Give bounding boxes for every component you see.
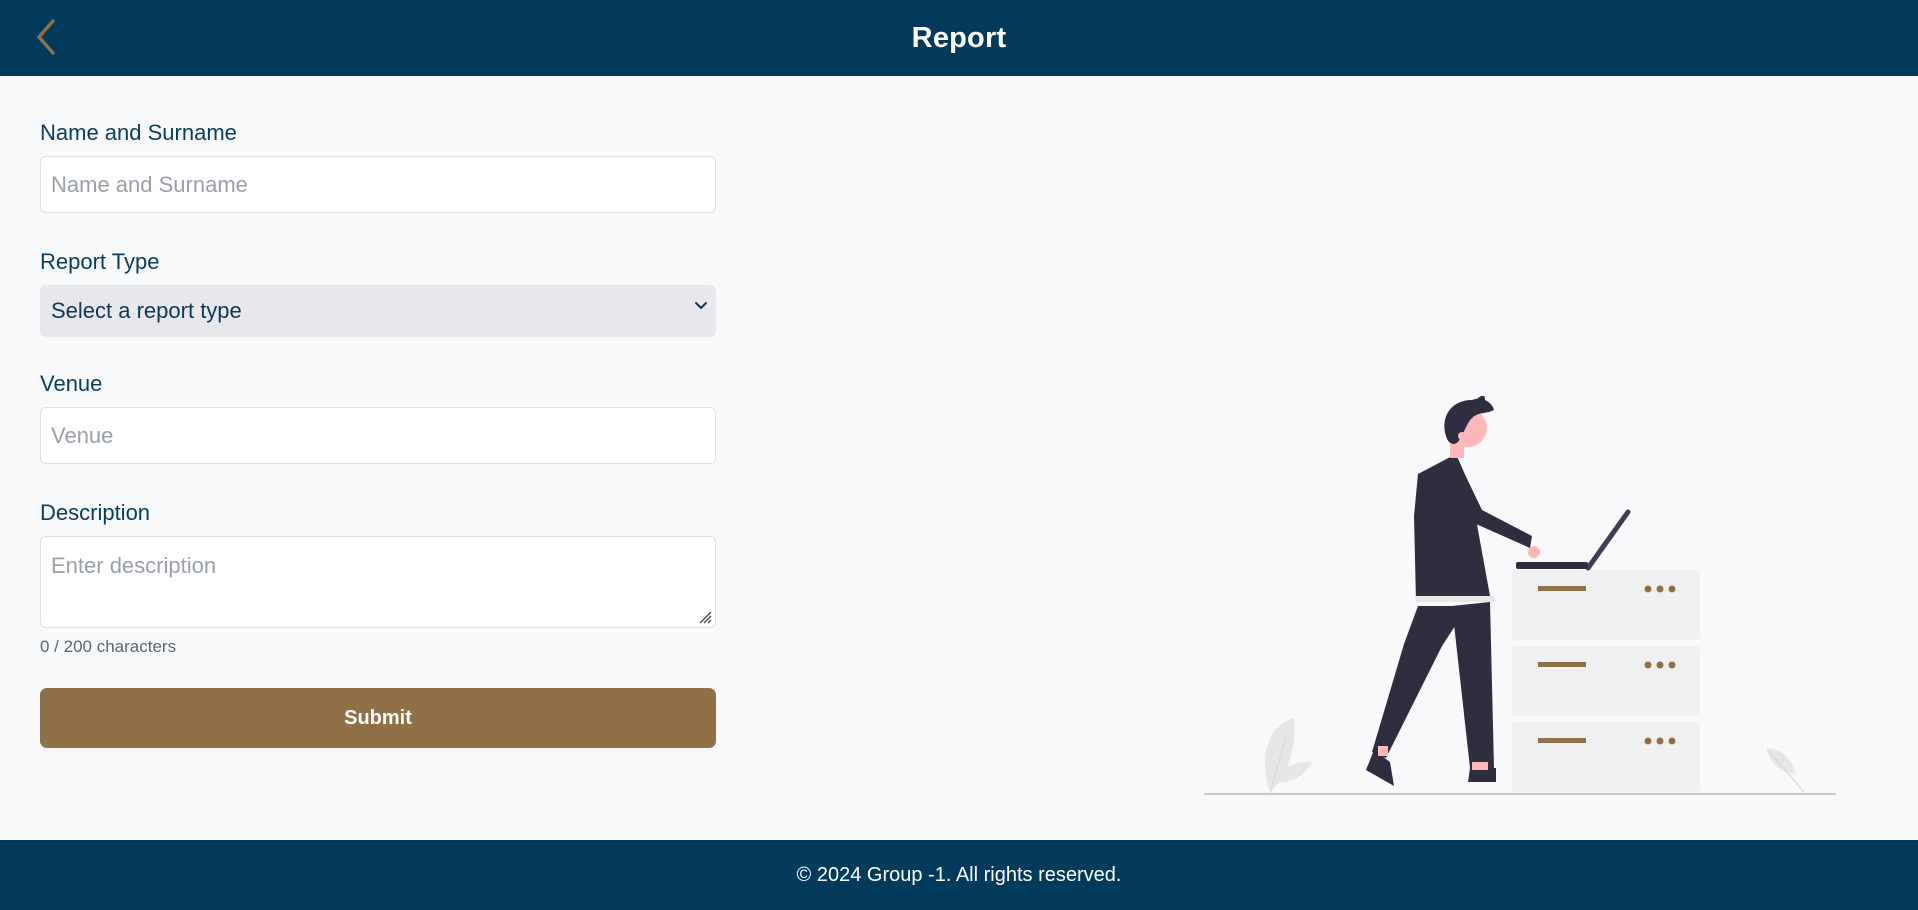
person-at-laptop-illustration [1204, 396, 1836, 795]
page-title: Report [911, 21, 1007, 54]
report-type-select[interactable]: Select a report type [40, 285, 716, 337]
venue-input[interactable] [40, 407, 716, 464]
resize-handle-icon[interactable] [698, 610, 712, 624]
venue-label: Venue [40, 371, 103, 396]
name-label: Name and Surname [40, 120, 237, 145]
page-footer: © 2024 Group -1. All rights reserved. [0, 840, 1918, 910]
chevron-left-icon [37, 19, 55, 55]
name-input[interactable] [40, 156, 716, 213]
copyright-text: © 2024 Group -1. All rights reserved. [796, 863, 1122, 886]
venue-field-group: Venue [40, 369, 716, 464]
back-button[interactable] [28, 14, 64, 60]
report-type-selected-value: Select a report type [51, 298, 242, 323]
chevron-down-icon [695, 302, 707, 309]
name-field-group: Name and Surname [40, 118, 716, 213]
character-counter: 0 / 200 characters [40, 637, 177, 656]
description-field-group: Description 0 / 200 characters [40, 498, 716, 658]
description-label: Description [40, 500, 151, 525]
report-type-label: Report Type [40, 249, 160, 274]
submit-button[interactable]: Submit [40, 688, 716, 748]
report-form: Name and Surname Report Type Select a re… [40, 118, 716, 748]
app-header: Report [0, 0, 1918, 76]
report-type-field-group: Report Type Select a report type [40, 247, 716, 337]
description-textarea[interactable] [40, 536, 716, 628]
